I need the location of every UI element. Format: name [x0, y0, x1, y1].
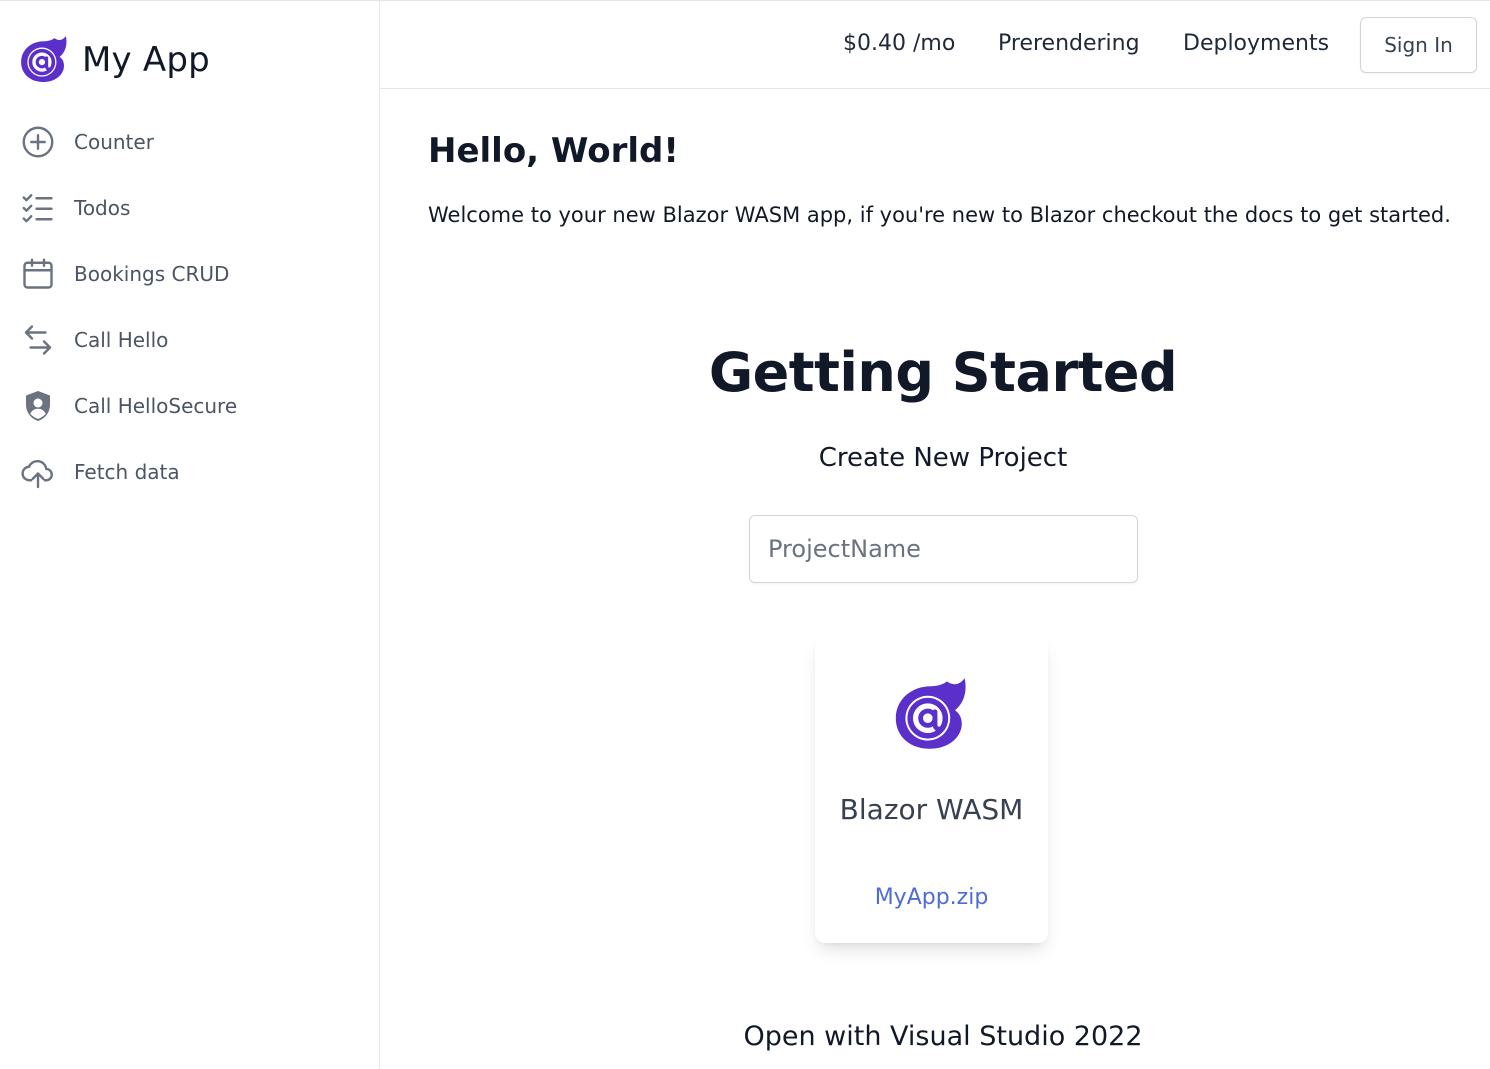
project-name-input[interactable] — [749, 515, 1138, 583]
app-root: My App Counter Todos Bookings CRUD Call … — [0, 0, 1490, 1069]
sign-in-button[interactable]: Sign In — [1360, 17, 1477, 73]
sidebar-item-label: Bookings CRUD — [74, 262, 230, 286]
prerendering-link[interactable]: Prerendering — [998, 31, 1140, 56]
template-card-blazor-wasm[interactable]: Blazor WASM MyApp.zip — [815, 637, 1048, 943]
sidebar-item-label: Call Hello — [74, 328, 169, 352]
sidebar-item-label: Call HelloSecure — [74, 394, 238, 418]
sidebar-item-label: Todos — [74, 196, 131, 220]
sidebar-item-call-hello[interactable]: Call Hello — [0, 307, 379, 373]
app-title: My App — [82, 40, 210, 80]
open-with-visual-studio[interactable]: Open with Visual Studio 2022 — [380, 1021, 1490, 1052]
cloud-upload-icon — [21, 460, 53, 489]
arrows-left-right-icon — [24, 325, 52, 355]
template-name: Blazor WASM — [839, 793, 1024, 826]
sidebar-item-todos[interactable]: Todos — [0, 175, 379, 241]
page-title: Hello, World! — [428, 131, 679, 171]
sidebar-nav: Counter Todos Bookings CRUD Call Hello C… — [0, 109, 379, 505]
checklist-icon — [22, 194, 53, 223]
sidebar-item-fetch-data[interactable]: Fetch data — [0, 439, 379, 505]
create-project-subtitle: Create New Project — [818, 443, 1068, 473]
brand[interactable]: My App — [18, 33, 210, 87]
deployments-link[interactable]: Deployments — [1183, 31, 1329, 56]
sidebar-item-label: Counter — [74, 130, 154, 154]
shield-user-icon — [26, 391, 50, 421]
getting-started-title: Getting Started — [708, 341, 1178, 404]
sidebar-item-call-hellosecure[interactable]: Call HelloSecure — [0, 373, 379, 439]
top-header: $0.40 /mo Prerendering Deployments Sign … — [380, 1, 1490, 89]
plus-circle-icon — [22, 126, 54, 158]
sidebar: My App Counter Todos Bookings CRUD Call … — [0, 1, 380, 1069]
welcome-text: Welcome to your new Blazor WASM app, if … — [428, 203, 1451, 227]
calendar-icon — [23, 258, 53, 289]
blazor-logo-icon — [895, 678, 966, 749]
blazor-logo-icon — [21, 36, 67, 82]
pricing-link[interactable]: $0.40 /mo — [843, 31, 955, 56]
sidebar-item-counter[interactable]: Counter — [0, 109, 379, 175]
sidebar-item-label: Fetch data — [74, 460, 180, 484]
sidebar-item-bookings-crud[interactable]: Bookings CRUD — [0, 241, 379, 307]
main-content: Hello, World! Welcome to your new Blazor… — [380, 89, 1490, 1069]
download-zip-link[interactable]: MyApp.zip — [815, 885, 1048, 910]
